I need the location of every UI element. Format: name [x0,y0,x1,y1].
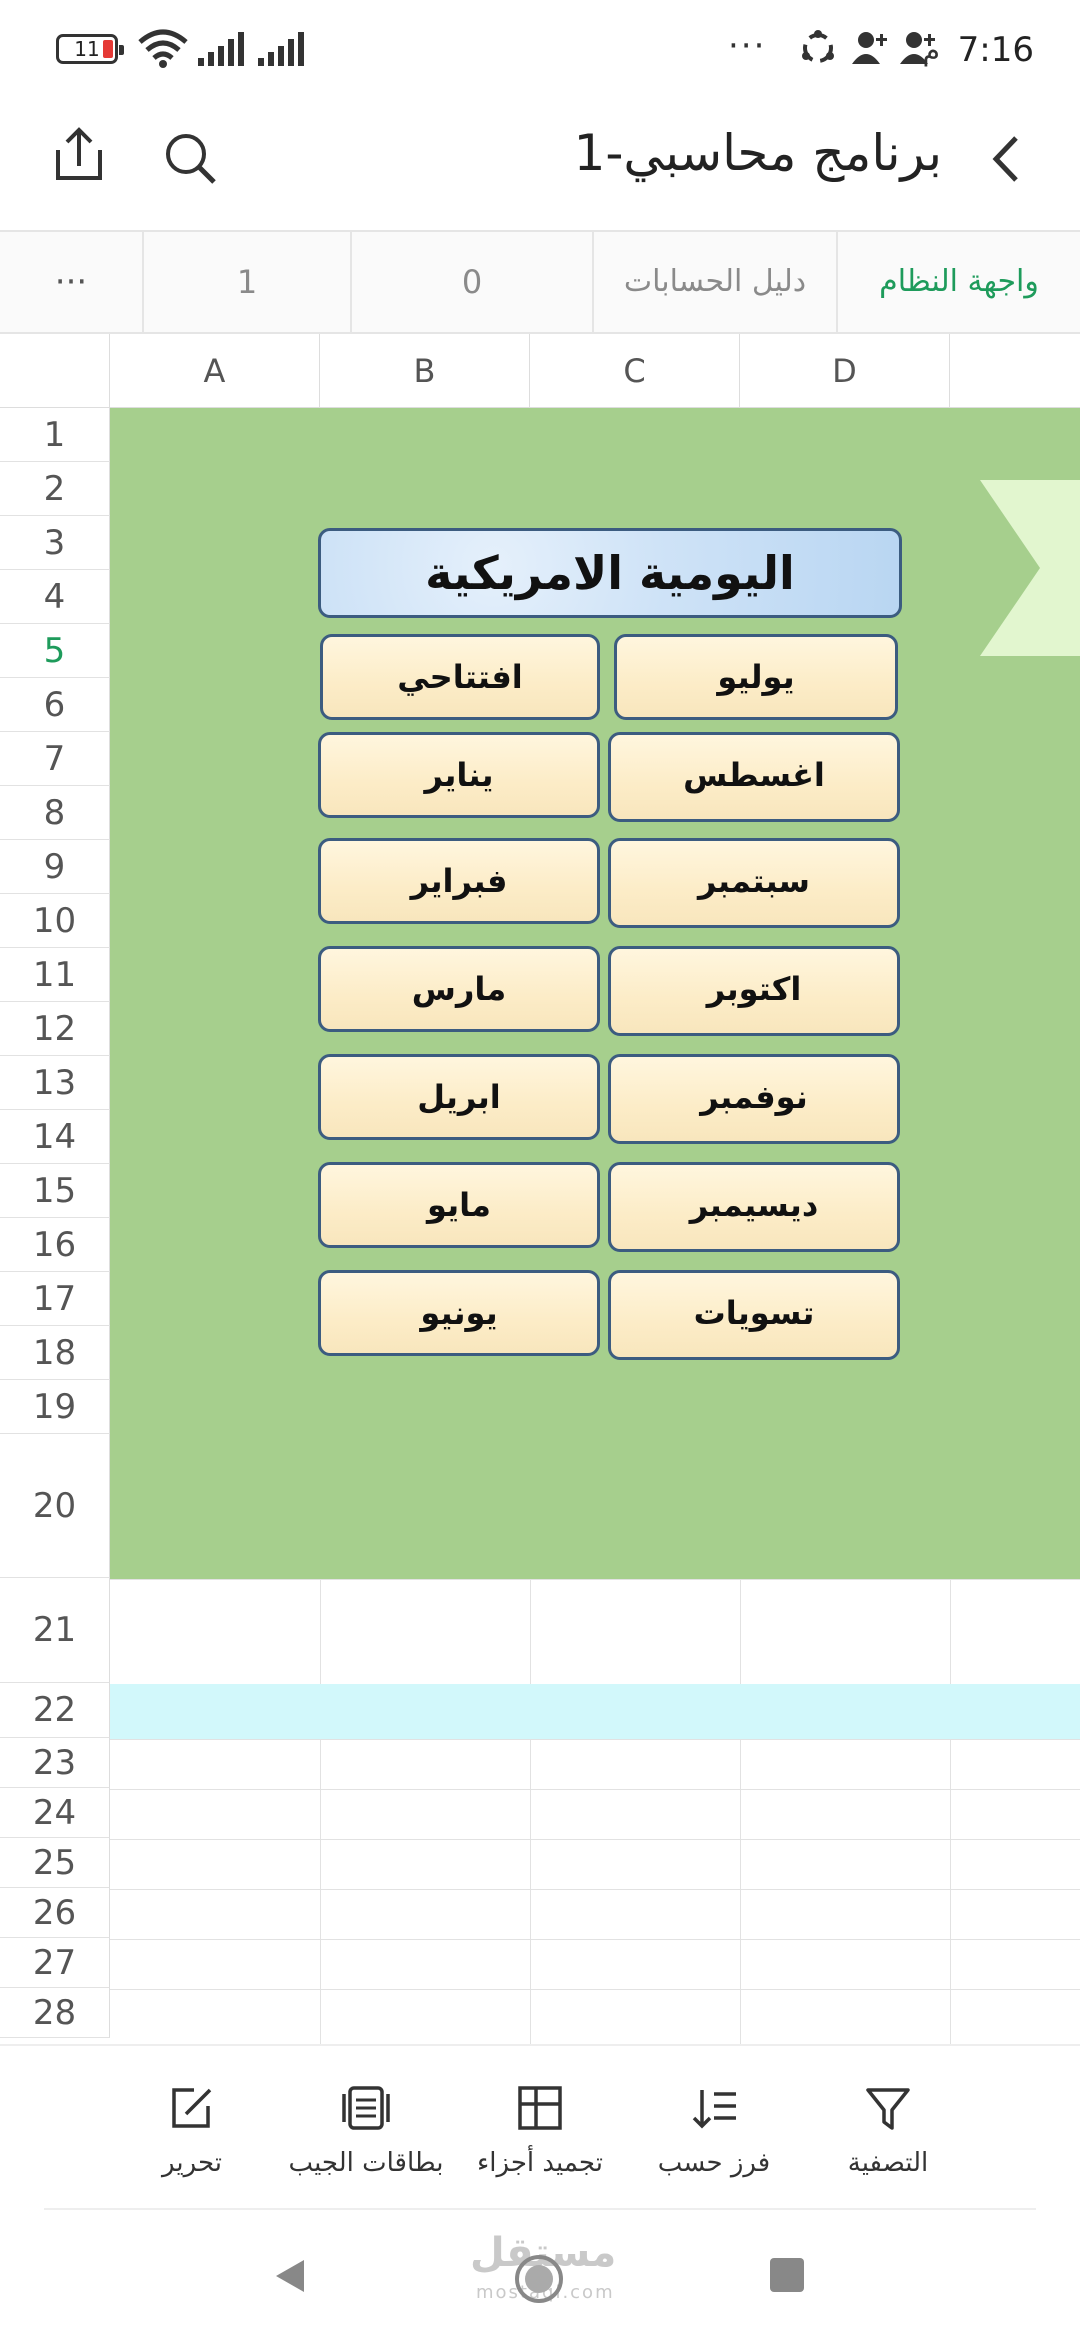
row-header-5[interactable]: 5 [0,624,110,678]
bottom-toolbar: تحرير بطاقات الجيب تجميد أجزاء فرز حسب ا… [0,2044,1080,2210]
month-button[interactable]: تسويات [608,1270,900,1360]
row-header-16[interactable]: 16 [0,1218,110,1272]
ampm-indicator: م [922,34,940,67]
add-contact-icon [852,32,887,64]
row-header-27[interactable]: 27 [0,1938,110,1988]
sync-icon [802,30,834,63]
more-notifications-icon: ··· [728,26,767,66]
month-button[interactable]: يوليو [614,634,898,720]
clock: 7:16 [957,30,1034,70]
month-button[interactable]: مايو [318,1162,600,1248]
column-header-d[interactable]: D [740,334,950,408]
pocket-cards-button[interactable]: بطاقات الجيب [266,2082,466,2178]
share-icon[interactable] [44,120,114,190]
spreadsheet-grid[interactable]: A B C D E 123456789101112131415161718192… [0,334,1080,2044]
month-button[interactable]: اكتوبر [608,946,900,1036]
nav-home-icon[interactable] [512,2252,566,2306]
column-header-c[interactable]: C [530,334,740,408]
back-chevron-icon[interactable] [974,124,1044,194]
document-title: برنامج محاسبي-1 [573,124,942,182]
row-header-4[interactable]: 4 [0,570,110,624]
row-header-17[interactable]: 17 [0,1272,110,1326]
month-button[interactable]: ابريل [318,1054,600,1140]
row-header-22[interactable]: 22 [0,1683,110,1738]
search-icon[interactable] [156,122,226,192]
highlighted-row [110,1684,1080,1739]
tab-sheet-1[interactable]: 1 [142,232,350,332]
row-header-9[interactable]: 9 [0,840,110,894]
month-button[interactable]: افتتاحي [320,634,600,720]
sort-icon [692,2090,736,2129]
status-bar: 11 ··· م 7:16 [0,0,1080,100]
wifi-icon [138,29,188,68]
month-button[interactable]: اغسطس [608,732,900,822]
row-header-19[interactable]: 19 [0,1380,110,1434]
battery-icon: 11 [56,34,124,64]
row-header-1[interactable]: 1 [0,408,110,462]
nav-back-icon[interactable] [270,2256,310,2296]
arrow-shape[interactable] [980,480,1080,656]
row-header-10[interactable]: 10 [0,894,110,948]
row-header-8[interactable]: 8 [0,786,110,840]
edit-button[interactable]: تحرير [92,2082,292,2178]
row-header-14[interactable]: 14 [0,1110,110,1164]
row-header-21[interactable]: 21 [0,1578,110,1683]
cards-icon [342,2086,390,2130]
tab-system-interface[interactable]: واجهة النظام [836,232,1080,332]
row-header-25[interactable]: 25 [0,1838,110,1888]
row-header-20[interactable]: 20 [0,1434,110,1578]
row-header-2[interactable]: 2 [0,462,110,516]
row-header-18[interactable]: 18 [0,1326,110,1380]
row-header-7[interactable]: 7 [0,732,110,786]
filter-icon [866,2088,910,2130]
filter-button[interactable]: التصفية [788,2082,988,2178]
nav-recent-icon[interactable] [770,2258,804,2292]
month-button[interactable]: يونيو [318,1270,600,1356]
freeze-panes-button[interactable]: تجميد أجزاء [440,2082,640,2178]
tab-sheet-0[interactable]: 0 [350,232,592,332]
row-header-11[interactable]: 11 [0,948,110,1002]
row-header-3[interactable]: 3 [0,516,110,570]
month-button[interactable]: سبتمبر [608,838,900,928]
column-header-b[interactable]: B [320,334,530,408]
row-header-28[interactable]: 28 [0,1988,110,2038]
freeze-panes-icon [518,2086,562,2130]
journal-title-button[interactable]: اليومية الامريكية [318,528,902,618]
month-button[interactable]: يناير [318,732,600,818]
navigation-bar: مستقل mostaql.com [0,2212,1080,2340]
sort-by-button[interactable]: فرز حسب [614,2082,814,2178]
sheet-tabs: ··· 1 0 دليل الحسابات واجهة النظام [0,230,1080,334]
tab-more[interactable]: ··· [0,232,142,332]
month-button[interactable]: فبراير [318,838,600,924]
grid-corner[interactable] [0,334,110,408]
row-header-15[interactable]: 15 [0,1164,110,1218]
month-button[interactable]: مارس [318,946,600,1032]
row-header-13[interactable]: 13 [0,1056,110,1110]
month-button[interactable]: نوفمبر [608,1054,900,1144]
month-button[interactable]: ديسيمبر [608,1162,900,1252]
row-header-6[interactable]: 6 [0,678,110,732]
signal-icon [258,32,304,66]
signal-icon [198,32,244,66]
column-header-e[interactable]: E [950,334,1080,408]
tab-chart-of-accounts[interactable]: دليل الحسابات [592,232,836,332]
row-header-26[interactable]: 26 [0,1888,110,1938]
row-header-24[interactable]: 24 [0,1788,110,1838]
column-header-a[interactable]: A [110,334,320,408]
app-bar: برنامج محاسبي-1 [0,100,1080,230]
edit-icon [172,2088,212,2128]
row-header-23[interactable]: 23 [0,1738,110,1788]
row-header-12[interactable]: 12 [0,1002,110,1056]
